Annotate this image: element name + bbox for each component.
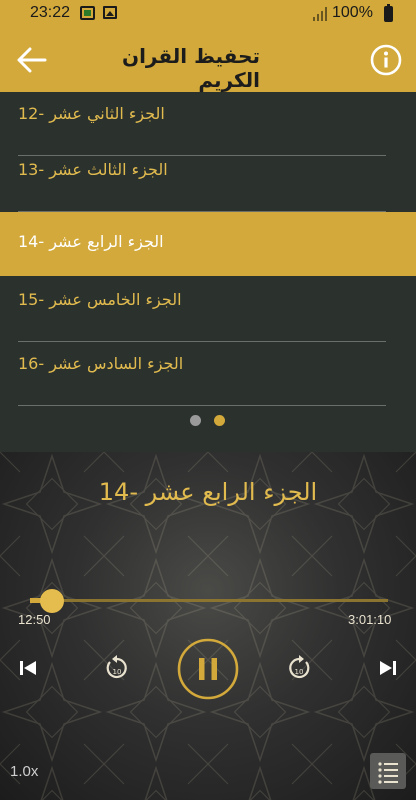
now-playing-title: الجزء الرابع عشر -14 [98, 478, 318, 506]
pause-icon [177, 638, 239, 700]
list-item[interactable]: الجزء السادس عشر -16 [0, 342, 416, 406]
playlist-button[interactable] [370, 753, 406, 789]
skip-previous-icon [20, 661, 36, 675]
seek-bar-thumb[interactable] [40, 589, 64, 613]
forward-10-button[interactable]: 10 [284, 652, 314, 684]
list-icon [378, 762, 398, 784]
status-time: 23:22 [30, 4, 71, 21]
juz-list: الجزء الثاني عشر -12 الجزء الثالث عشر -1… [0, 92, 416, 452]
audio-player: الجزء الرابع عشر -14 12:50 3:01:10 10 10 [0, 452, 416, 800]
page-dot-2[interactable] [214, 415, 225, 426]
list-item-label: الجزء الثاني عشر -12 [18, 104, 165, 123]
rewind-10-icon: 10 [106, 655, 127, 679]
svg-text:10: 10 [295, 668, 304, 676]
app-notification-icon [80, 6, 95, 20]
battery-icon [384, 4, 393, 22]
list-item-label: الجزء السادس عشر -16 [18, 354, 184, 373]
list-item-label: الجزء الرابع عشر -14 [18, 232, 164, 251]
app-bar: تحفيظ القران الكريم [0, 28, 416, 92]
skip-previous-button[interactable] [14, 652, 42, 684]
page-indicator [0, 406, 416, 436]
info-button[interactable] [370, 44, 402, 76]
skip-next-icon [380, 661, 396, 675]
list-item-label: الجزء الثالث عشر -13 [18, 160, 168, 179]
arrow-left-icon [17, 47, 47, 73]
skip-next-button[interactable] [374, 652, 402, 684]
play-pause-button[interactable] [177, 638, 239, 700]
list-item[interactable]: الجزء الثاني عشر -12 [0, 92, 416, 156]
info-circle-icon [370, 44, 402, 76]
battery-percentage: 100% [332, 4, 373, 21]
list-item-active[interactable]: الجزء الرابع عشر -14 [0, 212, 416, 276]
current-time: 12:50 [18, 612, 51, 627]
image-notification-icon [103, 6, 117, 19]
rewind-10-button[interactable]: 10 [102, 652, 132, 684]
total-time: 3:01:10 [348, 612, 392, 627]
svg-text:10: 10 [113, 668, 122, 676]
list-item[interactable]: الجزء الخامس عشر -15 [0, 278, 416, 342]
signal-icon [313, 7, 327, 21]
playback-speed[interactable]: 1.0x [10, 763, 38, 780]
status-bar: 23:22 100% [0, 0, 416, 28]
back-button[interactable] [16, 44, 48, 76]
list-item[interactable]: الجزء الثالث عشر -13 [0, 148, 416, 212]
page-title: تحفيظ القران الكريم [122, 44, 260, 92]
seek-bar-track[interactable] [46, 599, 388, 602]
list-item-label: الجزء الخامس عشر -15 [18, 290, 182, 309]
page-dot-1[interactable] [190, 415, 201, 426]
forward-10-icon: 10 [289, 655, 310, 679]
